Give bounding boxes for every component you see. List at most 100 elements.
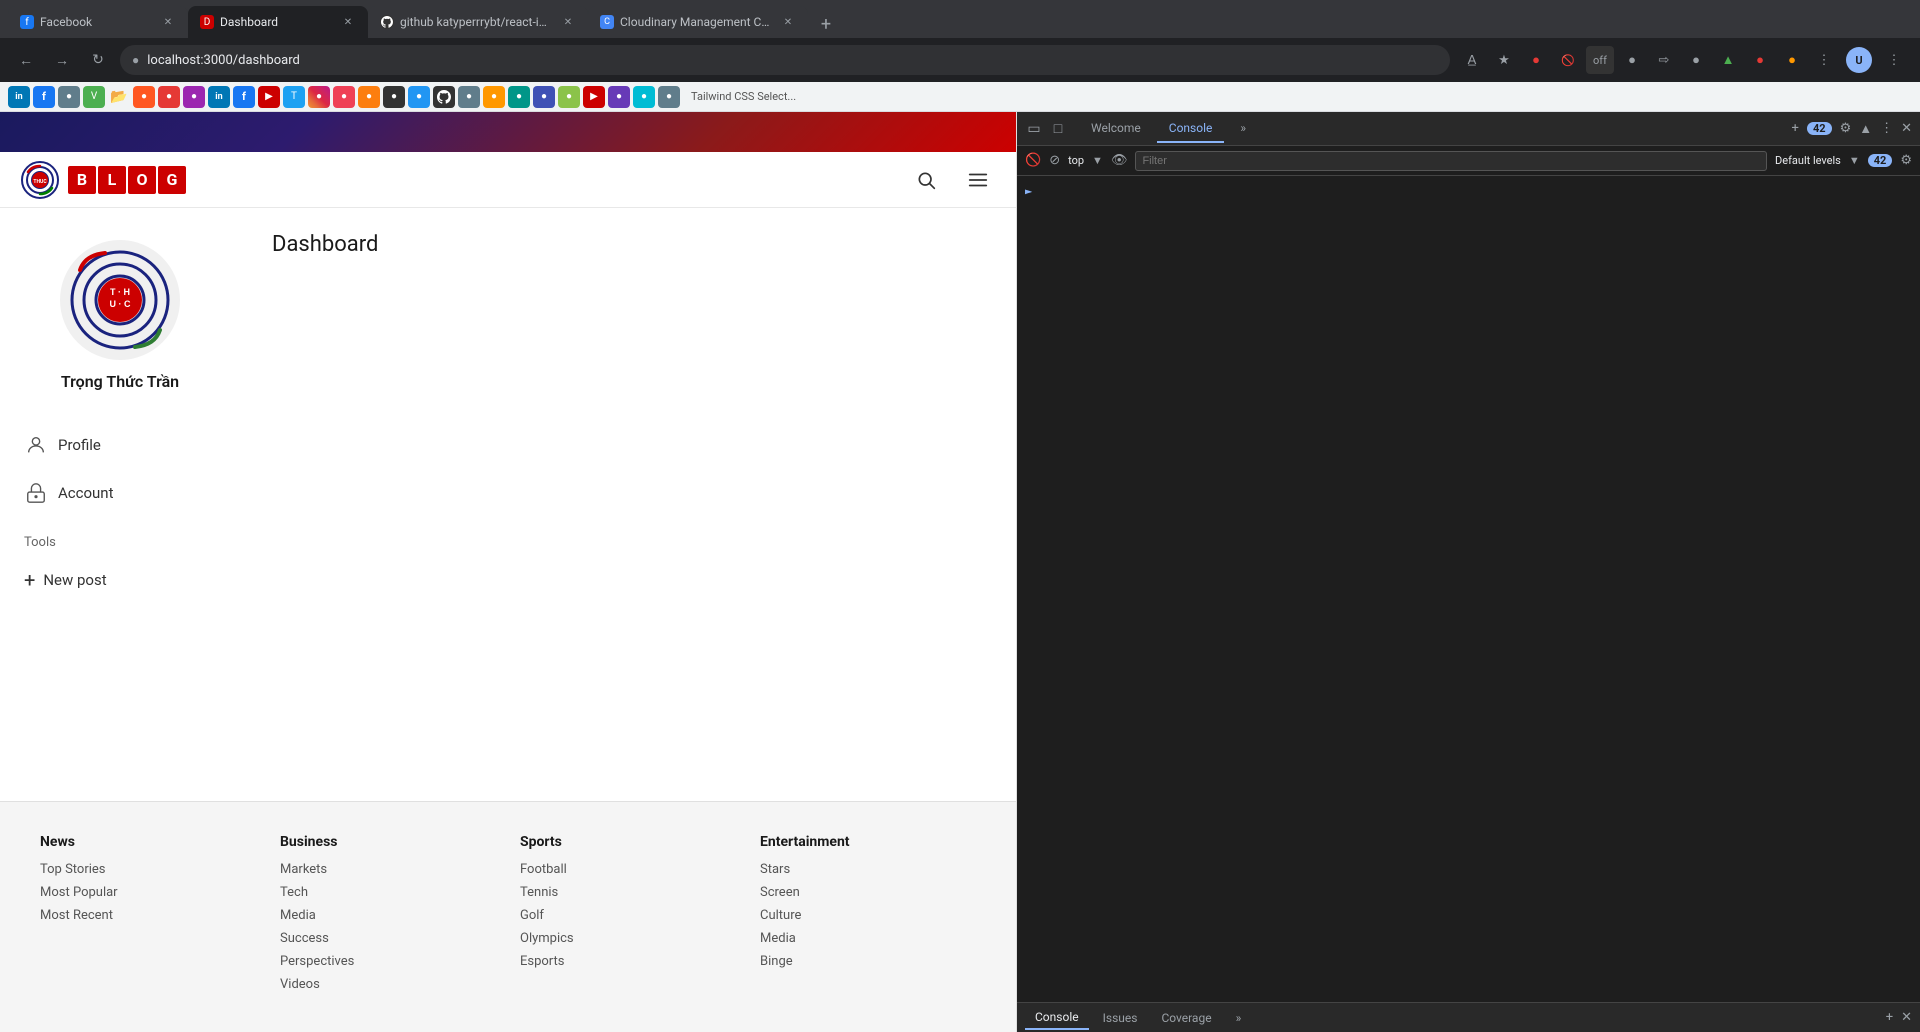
footer-link-markets[interactable]: Markets (280, 862, 496, 877)
ext-ext11[interactable]: ● (483, 86, 505, 108)
user-profile-button[interactable]: U (1846, 47, 1872, 73)
devtools-more-options[interactable]: ⋮ (1880, 121, 1893, 136)
star-icon[interactable]: ★ (1490, 46, 1518, 74)
ext-ext10[interactable]: ● (458, 86, 480, 108)
ext-ig[interactable]: ● (308, 86, 330, 108)
devtools-tab-more[interactable]: » (1228, 115, 1258, 143)
extension-more[interactable]: ⋮ (1810, 46, 1838, 74)
tab-close-dashboard[interactable]: ✕ (340, 14, 356, 30)
ext-pocket[interactable]: ● (333, 86, 355, 108)
devtools-filter-icon[interactable]: ⊘ (1049, 153, 1060, 168)
ext-fb2[interactable]: f (233, 86, 255, 108)
devtools-clear-icon[interactable]: 🚫 (1025, 153, 1041, 168)
ext-ext5[interactable]: ● (133, 86, 155, 108)
ext-ext9[interactable]: ● (408, 86, 430, 108)
footer-link-stars[interactable]: Stars (760, 862, 976, 877)
footer-link-tennis[interactable]: Tennis (520, 885, 736, 900)
devtools-settings-icon-2[interactable]: ⚙ (1900, 153, 1912, 168)
ext-fb[interactable]: f (33, 86, 55, 108)
devtools-tab-console[interactable]: Console (1157, 115, 1225, 143)
ext-github[interactable] (433, 86, 455, 108)
footer-link-videos[interactable]: Videos (280, 977, 496, 992)
devtools-bottom-tab-issues[interactable]: Issues (1093, 1007, 1148, 1029)
ext-ext16[interactable]: ● (633, 86, 655, 108)
tab-facebook[interactable]: f Facebook ✕ (8, 6, 188, 38)
devtools-filter-input[interactable] (1135, 151, 1767, 171)
devtools-bottom-tab-coverage[interactable]: Coverage (1151, 1007, 1221, 1029)
ext-ext17[interactable]: ● (658, 86, 680, 108)
extension-icon-4[interactable]: ● (1618, 46, 1646, 74)
tab-close-facebook[interactable]: ✕ (160, 14, 176, 30)
ext-ext12[interactable]: ● (508, 86, 530, 108)
search-button[interactable] (908, 162, 944, 198)
devtools-close[interactable]: ✕ (1901, 121, 1912, 136)
devtools-dock-icon[interactable]: ▭ (1025, 120, 1043, 138)
footer-link-tech[interactable]: Tech (280, 885, 496, 900)
extension-icon-3[interactable]: off (1586, 46, 1614, 74)
devtools-undock-icon[interactable]: □ (1049, 120, 1067, 138)
devtools-bottom-close[interactable]: ✕ (1901, 1010, 1912, 1025)
devtools-bottom-tab-more[interactable]: » (1226, 1007, 1252, 1029)
footer-link-success[interactable]: Success (280, 931, 496, 946)
forward-button[interactable]: → (48, 46, 76, 74)
devtools-network-icon[interactable]: ▲ (1859, 121, 1872, 137)
tab-dashboard[interactable]: D Dashboard ✕ (188, 6, 368, 38)
new-tab-button[interactable]: + (812, 10, 840, 38)
ext-ext6[interactable]: ● (158, 86, 180, 108)
devtools-eye-icon[interactable]: 👁 (1111, 153, 1128, 168)
devtools-bottom-tab-console[interactable]: Console (1025, 1006, 1089, 1030)
footer-link-most-recent[interactable]: Most Recent (40, 908, 256, 923)
ext-linkedin2[interactable]: in (208, 86, 230, 108)
devtools-dropdown-icon[interactable]: ▼ (1092, 154, 1103, 167)
reload-button[interactable]: ↻ (84, 46, 112, 74)
footer-link-perspectives[interactable]: Perspectives (280, 954, 496, 969)
footer-link-esports[interactable]: Esports (520, 954, 736, 969)
tab-close-cloudinary[interactable]: ✕ (780, 14, 796, 30)
ext-tw[interactable]: T (283, 86, 305, 108)
devtools-levels-dropdown[interactable]: ▼ (1849, 154, 1860, 167)
address-bar[interactable]: ● localhost:3000/dashboard (120, 45, 1450, 75)
footer-link-screen[interactable]: Screen (760, 885, 976, 900)
tab-github[interactable]: github katyperrrybt/react-image-uploa...… (368, 6, 588, 38)
ext-ext8[interactable]: ● (383, 86, 405, 108)
ext-ext15[interactable]: ● (608, 86, 630, 108)
ext-yt2[interactable]: ▶ (583, 86, 605, 108)
extension-icon-5[interactable]: ● (1682, 46, 1710, 74)
extension-icon-6[interactable]: ▲ (1714, 46, 1742, 74)
footer-link-most-popular[interactable]: Most Popular (40, 885, 256, 900)
devtools-settings[interactable]: ⚙ (1840, 121, 1852, 136)
footer-link-culture[interactable]: Culture (760, 908, 976, 923)
footer-link-olympics[interactable]: Olympics (520, 931, 736, 946)
hamburger-menu-button[interactable] (960, 162, 996, 198)
footer-link-top-stories[interactable]: Top Stories (40, 862, 256, 877)
ext-linkedin[interactable]: in (8, 86, 30, 108)
devtools-bottom-add[interactable]: + (1886, 1010, 1893, 1025)
sidebar-item-account[interactable]: Account (24, 471, 216, 515)
extension-icon-8[interactable]: ● (1778, 46, 1806, 74)
ext-ext13[interactable]: ● (533, 86, 555, 108)
footer-link-media-biz[interactable]: Media (280, 908, 496, 923)
ext-drive[interactable]: 📂 (108, 86, 130, 108)
translate-icon[interactable]: A̲ (1458, 46, 1486, 74)
extension-icon-1[interactable]: ● (1522, 46, 1550, 74)
ext-overcast[interactable]: ● (358, 86, 380, 108)
footer-link-football[interactable]: Football (520, 862, 736, 877)
cursor-icon[interactable]: ⇨ (1650, 46, 1678, 74)
devtools-tab-welcome[interactable]: Welcome (1079, 115, 1153, 143)
tab-close-github[interactable]: ✕ (560, 14, 576, 30)
ext-ext7[interactable]: ● (183, 86, 205, 108)
ext-ext14[interactable]: ● (558, 86, 580, 108)
extension-icon-7[interactable]: ● (1746, 46, 1774, 74)
footer-link-media-ent[interactable]: Media (760, 931, 976, 946)
back-button[interactable]: ← (12, 46, 40, 74)
tab-cloudinary[interactable]: C Cloudinary Management Consol... ✕ (588, 6, 808, 38)
ext-ext4[interactable]: V (83, 86, 105, 108)
footer-link-binge[interactable]: Binge (760, 954, 976, 969)
sidebar-item-profile[interactable]: Profile (24, 423, 216, 467)
ext-ext3[interactable]: ● (58, 86, 80, 108)
new-post-button[interactable]: + New post (24, 558, 216, 602)
devtools-add-tab[interactable]: + (1792, 121, 1799, 136)
more-options[interactable]: ⋮ (1880, 46, 1908, 74)
extension-icon-2[interactable]: 🚫 (1554, 46, 1582, 74)
ext-yt[interactable]: ▶ (258, 86, 280, 108)
